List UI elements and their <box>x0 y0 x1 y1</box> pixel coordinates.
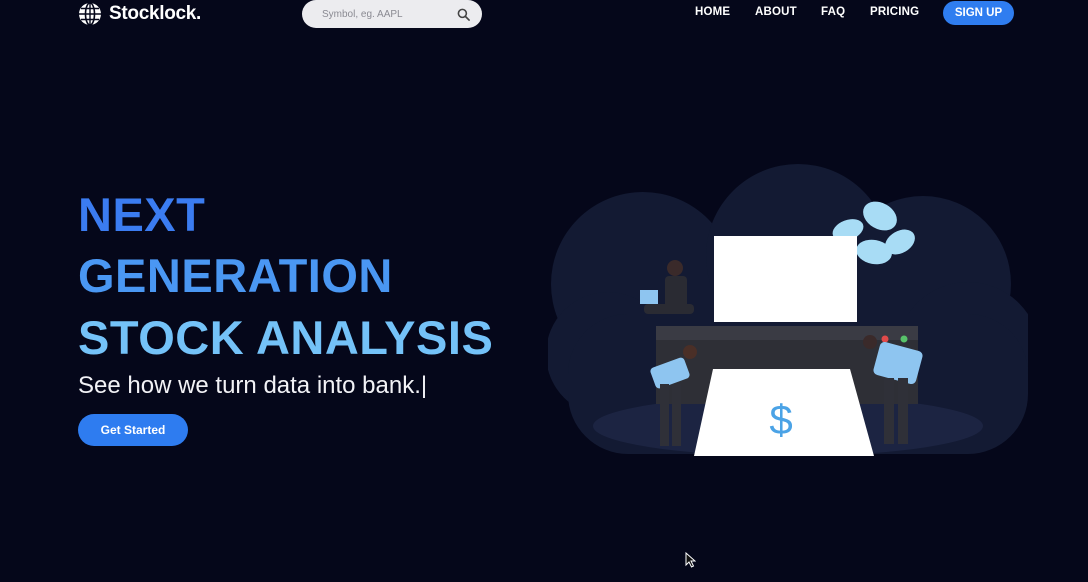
search-icon[interactable] <box>457 8 470 21</box>
signup-button[interactable]: SIGN UP <box>943 1 1014 25</box>
hero-subtitle: See how we turn data into bank.| <box>78 372 428 399</box>
paper-input <box>714 236 857 322</box>
search-bar <box>302 0 482 28</box>
landing-page: Stocklock. HOME ABOUT FAQ PRICING SIGN U… <box>0 0 1088 582</box>
hero-heading-line-2: GENERATION <box>78 249 393 302</box>
hero-heading-line-1: NEXT <box>78 188 206 241</box>
nav-pricing-link[interactable]: PRICING <box>870 6 919 18</box>
dollar-sign: $ <box>769 396 792 443</box>
brand-logo[interactable]: Stocklock. <box>78 0 201 27</box>
mouse-cursor-icon <box>685 552 696 568</box>
hero-illustration: $ <box>548 164 1028 456</box>
globe-icon <box>79 1 101 26</box>
nav-faq-link[interactable]: FAQ <box>821 6 845 18</box>
get-started-button[interactable]: Get Started <box>78 414 188 446</box>
search-input[interactable] <box>320 7 457 21</box>
nav-about-link[interactable]: ABOUT <box>755 6 797 18</box>
hero-heading-line-3: STOCK ANALYSIS <box>78 311 494 364</box>
brand-name: Stocklock. <box>109 2 202 24</box>
nav-home-link[interactable]: HOME <box>695 6 730 18</box>
